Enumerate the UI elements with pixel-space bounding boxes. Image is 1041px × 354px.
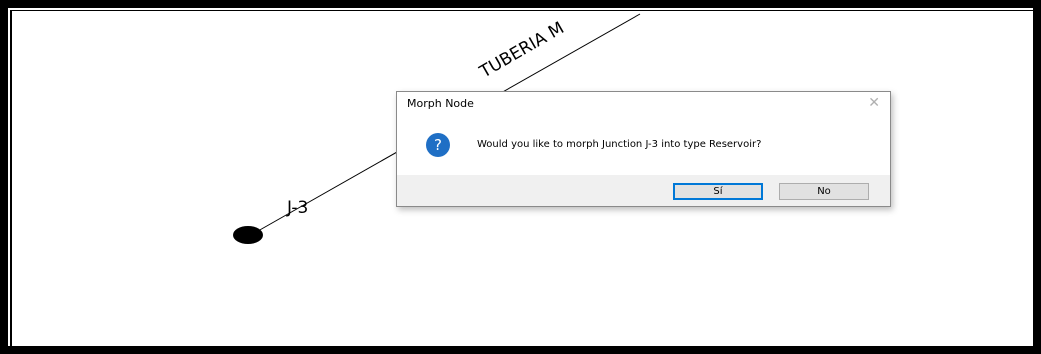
pipe-label: TUBERIA M [476,18,568,83]
junction-node[interactable] [233,226,263,244]
dialog-message: Would you like to morph Junction J-3 int… [477,139,762,150]
no-button[interactable]: No [779,183,869,200]
node-label: J-3 [286,198,308,218]
dialog-title: Morph Node [407,97,474,110]
yes-button[interactable]: Sí [673,183,763,200]
dialog-titlebar[interactable]: Morph Node ✕ [397,92,890,118]
close-icon[interactable]: ✕ [868,95,880,111]
dialog-body: ? Would you like to morph Junction J-3 i… [397,118,890,175]
morph-node-dialog: Morph Node ✕ ? Would you like to morph J… [396,91,891,207]
question-icon: ? [426,133,450,157]
dialog-footer: Sí No [397,175,890,206]
